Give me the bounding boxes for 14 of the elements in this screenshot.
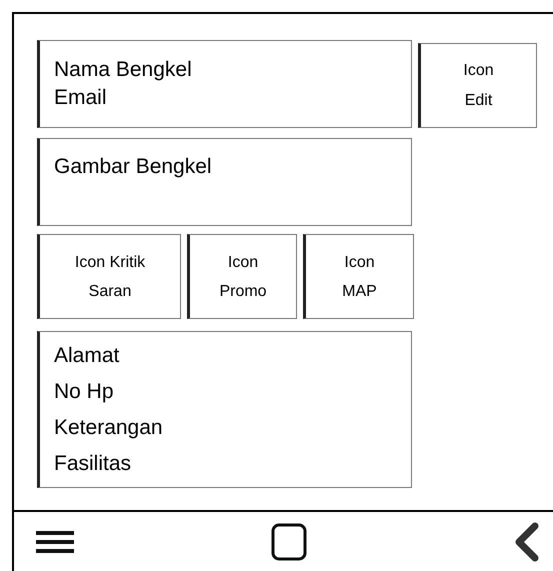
back-chevron-icon[interactable] <box>513 522 539 562</box>
image-label: Gambar Bengkel <box>54 155 212 178</box>
info-text: No Hp <box>54 379 114 405</box>
info-text: Alamat <box>54 343 120 369</box>
action-button[interactable]: Icon Kritik Saran <box>37 234 181 319</box>
action-button[interactable]: Icon MAP <box>303 234 414 319</box>
edit-button[interactable]: Icon Edit <box>418 43 537 128</box>
profile-text: Nama Bengkel <box>54 57 192 83</box>
info-text: Keterangan <box>54 415 163 441</box>
info-text: Fasilitas <box>54 451 132 477</box>
profile-text: Email <box>54 85 107 111</box>
action-button[interactable]: Icon Promo <box>187 234 297 319</box>
menu-icon[interactable] <box>36 528 74 554</box>
home-square-icon[interactable] <box>270 522 306 560</box>
